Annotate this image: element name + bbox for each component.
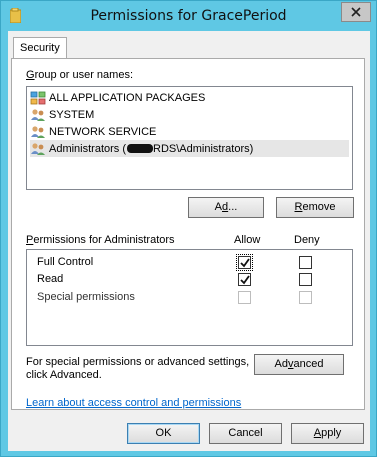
close-icon [351,7,361,17]
app-packages-icon [30,91,46,104]
list-item[interactable]: ALL APPLICATION PACKAGES [30,89,205,106]
title-bar[interactable]: Permissions for GracePeriod [1,1,376,31]
add-button[interactable]: Ad... [188,197,264,218]
remove-button[interactable]: Remove [276,197,354,218]
allow-checkbox[interactable] [238,273,251,286]
list-item[interactable]: SYSTEM [30,106,94,123]
security-tab-panel: Group or user names: ALL APPLICATION PAC… [11,58,365,410]
allow-checkbox [238,291,251,304]
list-item[interactable]: NETWORK SERVICE [30,123,156,140]
cancel-button[interactable]: Cancel [209,423,282,444]
allow-header: Allow [234,234,261,246]
deny-checkbox [299,291,312,304]
deny-checkbox[interactable] [299,256,312,269]
permissions-dialog: Permissions for GracePeriod Security Gro… [0,0,377,457]
user-name: SYSTEM [49,108,95,121]
checkmark-icon [239,274,250,284]
advanced-hint-line1: For special permissions or advanced sett… [26,356,250,368]
help-link[interactable]: Learn about access control and permissio… [26,397,241,409]
checkmark-icon [239,257,250,267]
group-user-list[interactable]: ALL APPLICATION PACKAGES SYSTEM NETWORK … [26,86,353,190]
permission-name: Read [37,273,64,285]
user-name: NETWORK SERVICE [49,125,157,138]
group-user-names-label: Group or user names: [26,69,133,81]
permission-row: Read [27,272,352,288]
window-title: Permissions for GracePeriod [90,8,287,24]
permission-name: Special permissions [37,291,135,303]
advanced-hint-line2: click Advanced. [26,369,102,381]
deny-checkbox[interactable] [299,273,312,286]
close-button[interactable] [341,2,371,22]
advanced-button[interactable]: Advanced [254,354,344,375]
permission-row: Special permissions [27,290,352,306]
users-icon [31,142,45,155]
list-item-selected[interactable]: Administrators (RDS\Administrators) [30,140,349,157]
dialog-client: Security Group or user names: ALL APPLIC… [8,31,370,451]
user-name: Administrators (RDS\Administrators) [49,142,254,155]
user-name: ALL APPLICATION PACKAGES [49,91,206,104]
users-icon [31,125,45,138]
deny-header: Deny [294,234,320,246]
permission-name: Full Control [37,256,94,268]
redaction-block [127,143,154,153]
tab-security[interactable]: Security [13,37,67,58]
apply-button[interactable]: Apply [291,423,364,444]
permissions-table: Full Control Read Special permissions [26,249,353,346]
allow-checkbox[interactable] [236,254,253,271]
permissions-label: Permissions for Administrators [26,234,175,246]
users-icon [31,108,45,121]
ok-button[interactable]: OK [127,423,200,444]
permission-row: Full Control [27,254,352,271]
